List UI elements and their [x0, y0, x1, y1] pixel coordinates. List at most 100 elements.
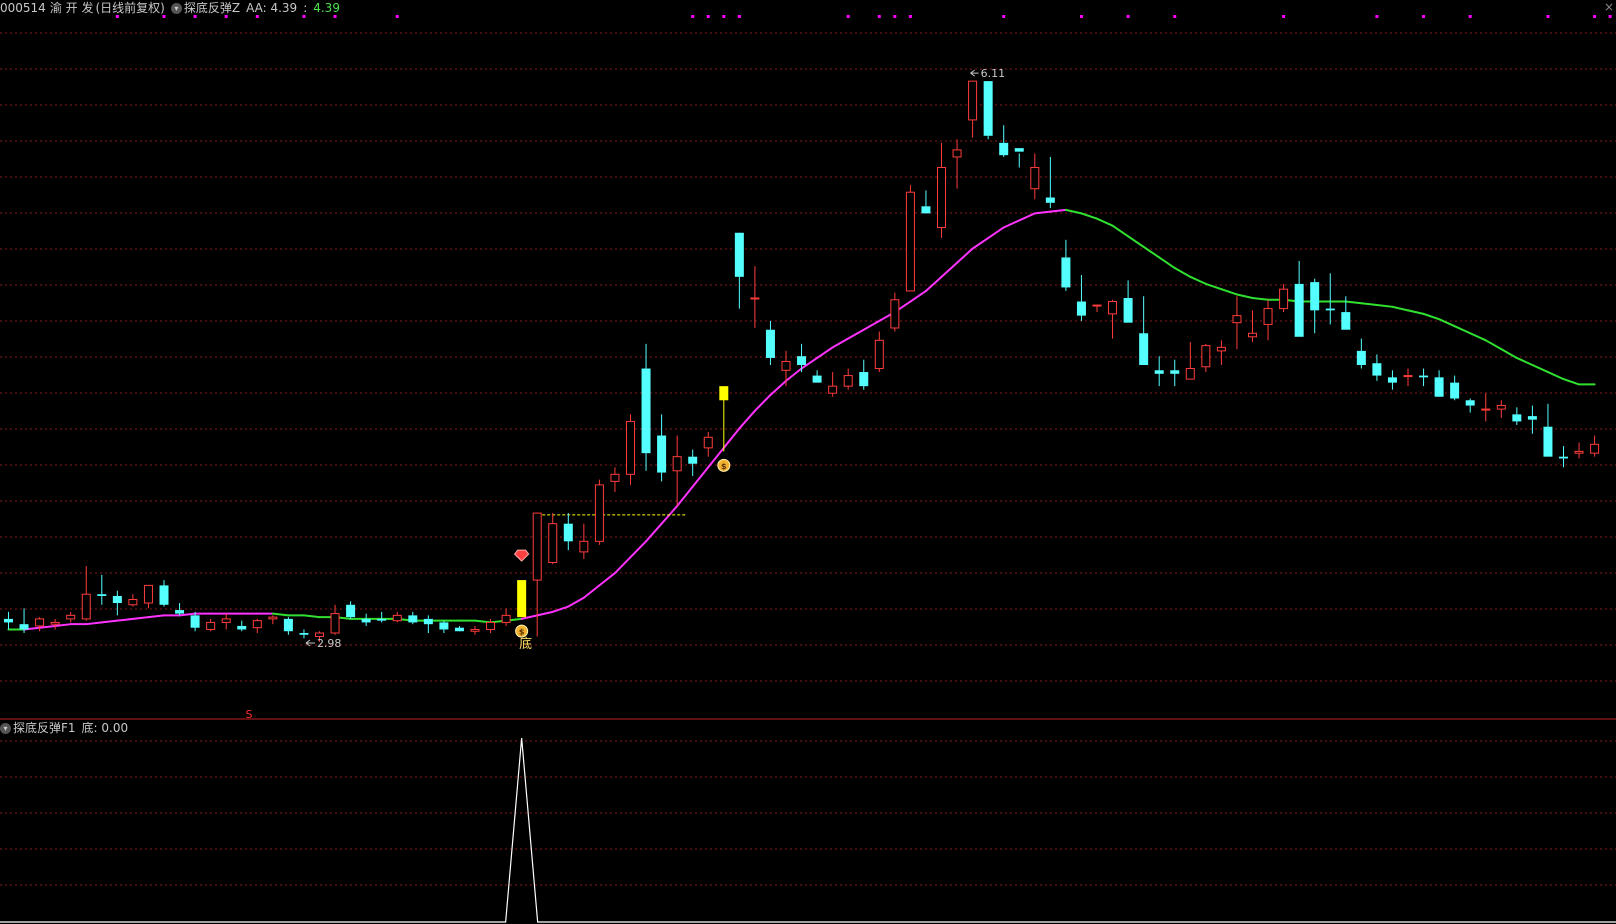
candle-body[interactable] — [423, 618, 433, 625]
candle-body[interactable] — [237, 625, 247, 630]
candle-body[interactable] — [283, 618, 293, 632]
candle-body[interactable] — [501, 614, 511, 623]
candle-body[interactable] — [968, 80, 978, 121]
candle-body[interactable] — [874, 339, 884, 370]
candle-body[interactable] — [1434, 377, 1444, 397]
candle-body[interactable] — [299, 633, 309, 635]
candle-body[interactable] — [812, 375, 822, 383]
candle-body[interactable] — [221, 618, 231, 623]
candle-body[interactable] — [1559, 456, 1568, 459]
candle-body[interactable] — [517, 580, 527, 618]
candle-body[interactable] — [843, 375, 853, 387]
candle-body[interactable] — [952, 149, 962, 158]
candle-body[interactable] — [143, 584, 153, 604]
candle-body[interactable] — [1294, 283, 1304, 337]
candle-body[interactable] — [190, 615, 200, 628]
candle-body[interactable] — [610, 473, 620, 482]
candle-body[interactable] — [330, 613, 340, 634]
candle-body[interactable] — [859, 372, 869, 387]
candle-body[interactable] — [1263, 308, 1273, 325]
candle-body[interactable] — [1372, 363, 1382, 376]
candle-body[interactable] — [252, 620, 262, 629]
candle-body[interactable] — [1045, 197, 1055, 203]
candle-body[interactable] — [1123, 298, 1133, 323]
candle-body[interactable] — [548, 523, 558, 563]
candle-body[interactable] — [1356, 350, 1366, 365]
candle-body[interactable] — [1543, 426, 1553, 457]
candle-body[interactable] — [1325, 308, 1335, 311]
candle-body[interactable] — [1248, 332, 1257, 338]
candle-body[interactable] — [1403, 375, 1413, 378]
candle-body[interactable] — [1201, 345, 1211, 368]
candle-body[interactable] — [657, 435, 667, 473]
candle-body[interactable] — [1419, 375, 1429, 378]
candle-body[interactable] — [1076, 301, 1086, 316]
candle-body[interactable] — [563, 523, 573, 542]
candle-body[interactable] — [392, 614, 402, 622]
candle-body[interactable] — [346, 604, 356, 618]
candle-body[interactable] — [361, 618, 371, 623]
candle-body[interactable] — [1512, 414, 1522, 422]
candle-body[interactable] — [1014, 148, 1024, 152]
candle-body[interactable] — [1387, 377, 1397, 383]
candle-body[interactable] — [1061, 257, 1071, 288]
candle-body[interactable] — [486, 621, 496, 630]
candle-body[interactable] — [81, 593, 91, 620]
chevron-down-icon[interactable]: ▾ — [0, 722, 11, 734]
candle-body[interactable] — [439, 622, 449, 630]
candle-body[interactable] — [626, 420, 635, 475]
candle-body[interactable] — [4, 618, 13, 623]
candle-body[interactable] — [828, 385, 838, 394]
candle-body[interactable] — [1496, 405, 1506, 410]
candle-body[interactable] — [1574, 450, 1584, 454]
candle-body[interactable] — [1185, 368, 1195, 380]
candle-body[interactable] — [1154, 370, 1164, 374]
candle-body[interactable] — [408, 615, 418, 623]
candle-body[interactable] — [532, 512, 542, 581]
candle-body[interactable] — [937, 167, 946, 228]
candle-body[interactable] — [35, 618, 45, 627]
candle-body[interactable] — [66, 614, 76, 620]
candle-body[interactable] — [1279, 288, 1289, 310]
candle-body[interactable] — [579, 540, 589, 553]
close-icon[interactable]: × — [1604, 0, 1614, 14]
candle-body[interactable] — [750, 297, 760, 300]
candlestick-chart[interactable]: 底$$2.986.11S — [0, 0, 1616, 924]
candle-body[interactable] — [672, 456, 682, 472]
candle-body[interactable] — [594, 484, 604, 542]
candle-body[interactable] — [97, 594, 107, 596]
candle-body[interactable] — [377, 618, 387, 621]
candle-body[interactable] — [315, 632, 324, 638]
candle-body[interactable] — [1092, 304, 1102, 307]
candle-body[interactable] — [921, 206, 931, 214]
candle-body[interactable] — [112, 595, 122, 604]
candle-body[interactable] — [1590, 443, 1600, 454]
candle-body[interactable] — [1139, 333, 1149, 365]
candle-body[interactable] — [1030, 167, 1040, 190]
candle-body[interactable] — [175, 610, 185, 614]
adjust-label[interactable]: (日线前复权) — [95, 0, 164, 16]
sub-indicator-name[interactable]: 探底反弹F1 — [13, 720, 76, 736]
candle-body[interactable] — [1481, 408, 1491, 411]
candle-body[interactable] — [765, 329, 775, 358]
candle-body[interactable] — [19, 624, 29, 630]
candle-body[interactable] — [1108, 301, 1118, 315]
candle-body[interactable] — [905, 191, 915, 292]
candle-body[interactable] — [1170, 370, 1180, 374]
candle-body[interactable] — [797, 356, 807, 365]
candle-body[interactable] — [688, 456, 698, 464]
candle-body[interactable] — [1465, 400, 1475, 406]
candle-body[interactable] — [1341, 312, 1351, 330]
candle-body[interactable] — [781, 360, 791, 371]
candle-body[interactable] — [890, 299, 900, 329]
indicator-name[interactable]: 探底反弹Z — [184, 0, 240, 16]
candle-body[interactable] — [1527, 416, 1537, 420]
candle-body[interactable] — [641, 368, 651, 454]
candle-body[interactable] — [703, 436, 713, 449]
candle-body[interactable] — [470, 628, 480, 632]
candle-body[interactable] — [983, 81, 993, 136]
candle-body[interactable] — [206, 621, 216, 630]
candle-body[interactable] — [1216, 346, 1226, 352]
candle-body[interactable] — [268, 616, 278, 620]
candle-body[interactable] — [454, 627, 464, 632]
